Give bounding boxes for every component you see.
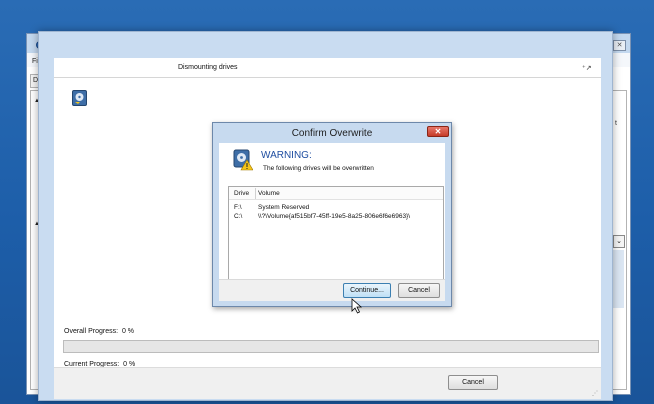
progress-footer: ⋰ <box>54 367 601 399</box>
progress-header: Dismounting drives ⁺↗ <box>54 58 601 78</box>
warning-text: The following drives will be overwritten <box>263 165 374 172</box>
dialog-footer: Continue... Cancel <box>219 279 445 301</box>
column-header-volume[interactable]: Volume <box>258 190 280 197</box>
confirm-overwrite-dialog: Confirm Overwrite ✕ WARNING: The followi… <box>212 122 452 307</box>
list-item-volume[interactable]: System Reserved <box>258 204 309 211</box>
mouse-cursor-icon <box>351 298 363 314</box>
warning-drive-icon <box>233 149 253 171</box>
settings-wand-icon: ⁺↗ <box>582 65 592 72</box>
overall-progress-value: 0 % <box>121 328 135 335</box>
drive-list[interactable]: Drive Volume F:\ System Reserved C:\ \\?… <box>228 186 444 282</box>
right-pane-text: t <box>615 120 617 127</box>
chevron-down-icon[interactable]: ⌄ <box>613 235 625 248</box>
list-item-volume[interactable]: \\?\Volume{af515bf7-45ff-19e5-8a25-806e6… <box>258 213 410 220</box>
page-title: Dismounting drives <box>178 64 238 71</box>
dialog-body: WARNING: The following drives will be ov… <box>219 143 445 301</box>
list-item-drive[interactable]: C:\ <box>234 213 242 220</box>
list-header: Drive Volume <box>229 187 443 200</box>
close-icon[interactable]: ✕ <box>427 126 449 137</box>
column-divider[interactable] <box>255 188 256 199</box>
warning-title: WARNING: <box>261 150 312 161</box>
list-item-drive[interactable]: F:\ <box>234 204 242 211</box>
close-icon[interactable]: ✕ <box>613 40 626 51</box>
overall-progress-label: Overall Progress: 0 % <box>64 328 135 335</box>
resize-grip-icon[interactable]: ⋰ <box>592 390 598 397</box>
continue-button[interactable]: Continue... <box>343 283 391 298</box>
overall-progress-bar <box>63 340 599 353</box>
cancel-button[interactable]: Cancel <box>448 375 498 390</box>
dialog-cancel-button[interactable]: Cancel <box>398 283 440 298</box>
column-header-drive[interactable]: Drive <box>234 190 249 197</box>
drive-icon <box>72 90 87 106</box>
dialog-title: Confirm Overwrite <box>291 128 373 139</box>
